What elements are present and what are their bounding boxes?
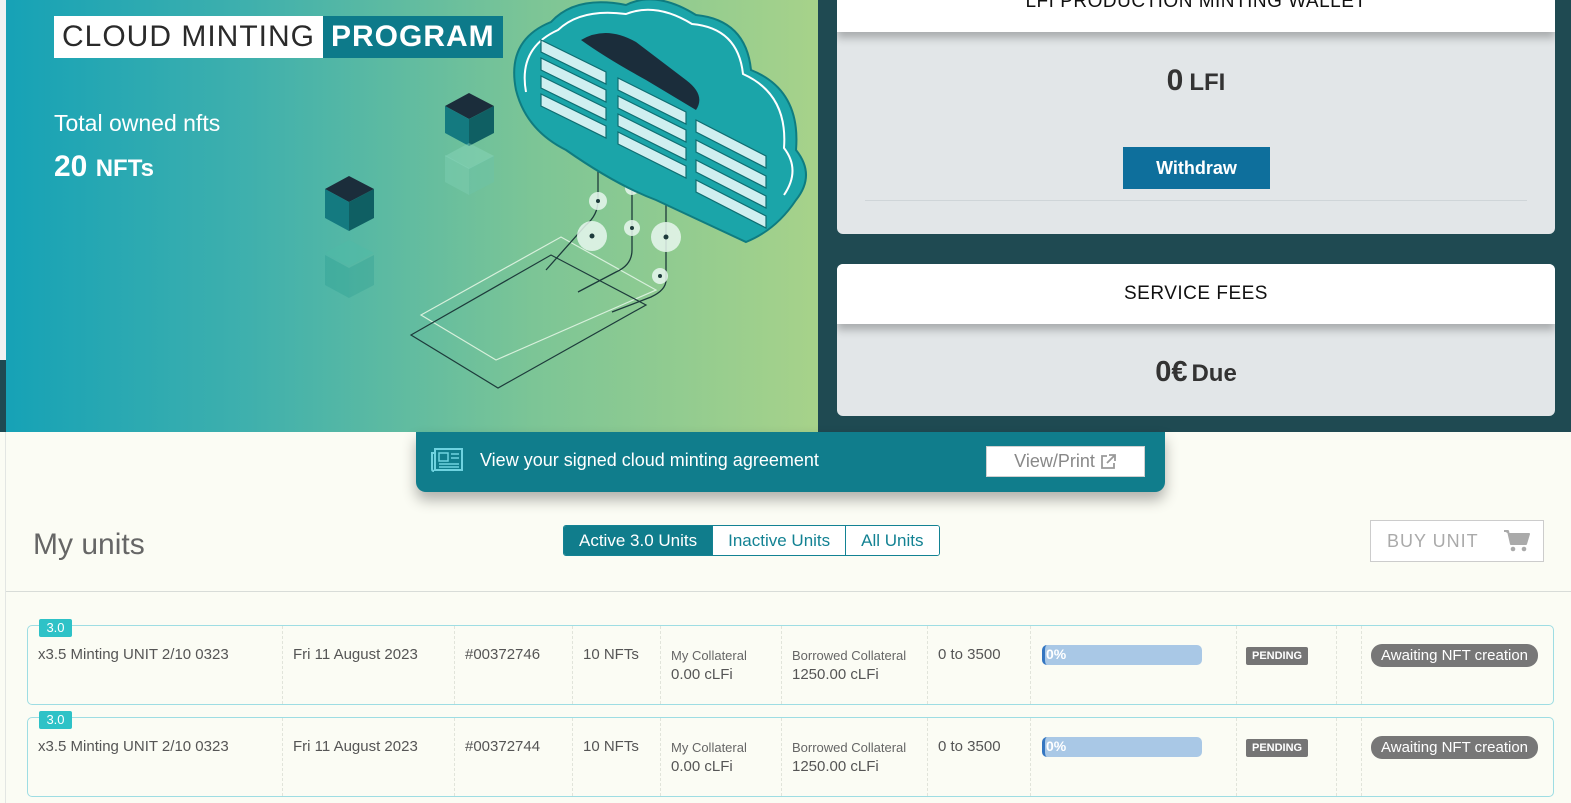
wallet-amount: 0 (1166, 64, 1184, 97)
title-bold-text: PROGRAM (323, 16, 503, 58)
progress-cell: 0% (1030, 718, 1236, 796)
unit-nfts: 10 NFTs (583, 738, 639, 755)
unit-id: #00372744 (465, 738, 541, 755)
tab-all-units[interactable]: All Units (845, 526, 939, 555)
hero-section: CLOUD MINTING PROGRAM Total owned nfts 2… (0, 0, 1571, 432)
buy-unit-button[interactable]: BUY UNIT (1370, 520, 1544, 562)
unit-nfts-cell: 10 NFTs (572, 718, 660, 796)
borrowed-collateral-value: 1250.00 cLFi (792, 758, 879, 775)
unit-name: x3.5 Minting UNIT 2/10 0323 (38, 646, 229, 663)
left-rule (5, 432, 6, 803)
unit-date-cell: Fri 11 August 2023 (282, 718, 454, 796)
fees-balance: 0€ Due (837, 356, 1555, 389)
unit-nfts-cell: 10 NFTs (572, 626, 660, 704)
agreement-text: View your signed cloud minting agreement (480, 450, 819, 470)
unit-date-cell: Fri 11 August 2023 (282, 626, 454, 704)
external-link-icon (1100, 453, 1116, 469)
tab-inactive-units[interactable]: Inactive Units (712, 526, 846, 555)
program-title: CLOUD MINTING PROGRAM (54, 16, 503, 58)
document-icon (431, 448, 463, 472)
unit-range: 0 to 3500 (938, 646, 1001, 663)
hero-banner: CLOUD MINTING PROGRAM Total owned nfts 2… (6, 0, 818, 432)
progress-bar: 0% (1042, 645, 1202, 665)
state-cell: Awaiting NFT creation (1361, 626, 1553, 704)
wallet-currency: LFI (1189, 69, 1226, 96)
my-collateral-cell: My Collateral 0.00 cLFi (660, 626, 781, 704)
unit-nfts: 10 NFTs (583, 646, 639, 663)
table-row[interactable]: 3.0 x3.5 Minting UNIT 2/10 0323 Fri 11 A… (27, 619, 1554, 705)
my-collateral-label: My Collateral (671, 740, 747, 755)
table-row[interactable]: 3.0 x3.5 Minting UNIT 2/10 0323 Fri 11 A… (27, 711, 1554, 797)
view-print-button[interactable]: View/Print (986, 446, 1145, 477)
progress-label: 0% (1046, 738, 1067, 754)
withdraw-button[interactable]: Withdraw (1123, 147, 1270, 189)
range-cell: 0 to 3500 (927, 718, 1030, 796)
status-cell: PENDING (1236, 626, 1336, 704)
borrowed-collateral-cell: Borrowed Collateral 1250.00 cLFi (781, 718, 927, 796)
unit-date: Fri 11 August 2023 (293, 738, 418, 755)
cube-icon (325, 176, 374, 298)
unit-name-cell: x3.5 Minting UNIT 2/10 0323 (28, 626, 282, 704)
unit-name-cell: x3.5 Minting UNIT 2/10 0323 (28, 718, 282, 796)
agreement-bar: View your signed cloud minting agreement… (416, 432, 1165, 492)
owned-nfts-unit: NFTs (95, 155, 154, 182)
progress-label: 0% (1046, 646, 1067, 662)
borrowed-collateral-cell: Borrowed Collateral 1250.00 cLFi (781, 626, 927, 704)
progress-bar: 0% (1042, 737, 1202, 757)
unit-id-cell: #00372744 (454, 718, 572, 796)
view-print-label: View/Print (1014, 451, 1095, 471)
cart-icon (1503, 530, 1530, 552)
my-units-title: My units (33, 528, 145, 561)
status-cell: PENDING (1236, 718, 1336, 796)
unit-name: x3.5 Minting UNIT 2/10 0323 (38, 738, 229, 755)
state-pill: Awaiting NFT creation (1371, 644, 1539, 667)
wallet-divider (865, 200, 1527, 201)
spacer-cell (1336, 718, 1361, 796)
production-wallet-card: LFI PRODUCTION MINTING WALLET 0 LFI Withd… (837, 0, 1555, 234)
borrowed-collateral-label: Borrowed Collateral (792, 648, 907, 663)
units-tabs: Active 3.0 Units Inactive Units All Unit… (563, 525, 940, 556)
service-fees-card: SERVICE FEES 0€ Due (837, 264, 1555, 416)
range-cell: 0 to 3500 (927, 626, 1030, 704)
borrowed-collateral-value: 1250.00 cLFi (792, 666, 879, 683)
unit-date: Fri 11 August 2023 (293, 646, 418, 663)
status-badge: PENDING (1246, 739, 1309, 757)
state-cell: Awaiting NFT creation (1361, 718, 1553, 796)
status-badge: PENDING (1246, 647, 1309, 665)
cube-icon (445, 93, 494, 195)
fees-suffix: Due (1191, 360, 1237, 387)
cloud-server-illustration (325, 0, 807, 389)
title-light-text: CLOUD MINTING (54, 16, 323, 58)
buy-unit-label: BUY UNIT (1387, 530, 1479, 551)
units-divider (6, 591, 1571, 592)
wallet-title: LFI PRODUCTION MINTING WALLET (837, 0, 1555, 32)
my-collateral-label: My Collateral (671, 648, 747, 663)
owned-nfts-label: Total owned nfts (54, 110, 221, 136)
spacer-cell (1336, 626, 1361, 704)
my-collateral-cell: My Collateral 0.00 cLFi (660, 718, 781, 796)
unit-id-cell: #00372746 (454, 626, 572, 704)
owned-nfts-number: 20 (54, 150, 88, 183)
my-collateral-value: 0.00 cLFi (671, 666, 733, 683)
fees-amount: 0€ (1155, 356, 1188, 388)
tab-active-units[interactable]: Active 3.0 Units (564, 526, 713, 555)
my-collateral-value: 0.00 cLFi (671, 758, 733, 775)
owned-nfts-value: 20 NFTs (54, 150, 154, 184)
unit-id: #00372746 (465, 646, 541, 663)
state-pill: Awaiting NFT creation (1371, 736, 1539, 759)
unit-range: 0 to 3500 (938, 738, 1001, 755)
borrowed-collateral-label: Borrowed Collateral (792, 740, 907, 755)
fees-title: SERVICE FEES (837, 264, 1555, 324)
progress-cell: 0% (1030, 626, 1236, 704)
wallet-balance: 0 LFI (837, 64, 1555, 98)
